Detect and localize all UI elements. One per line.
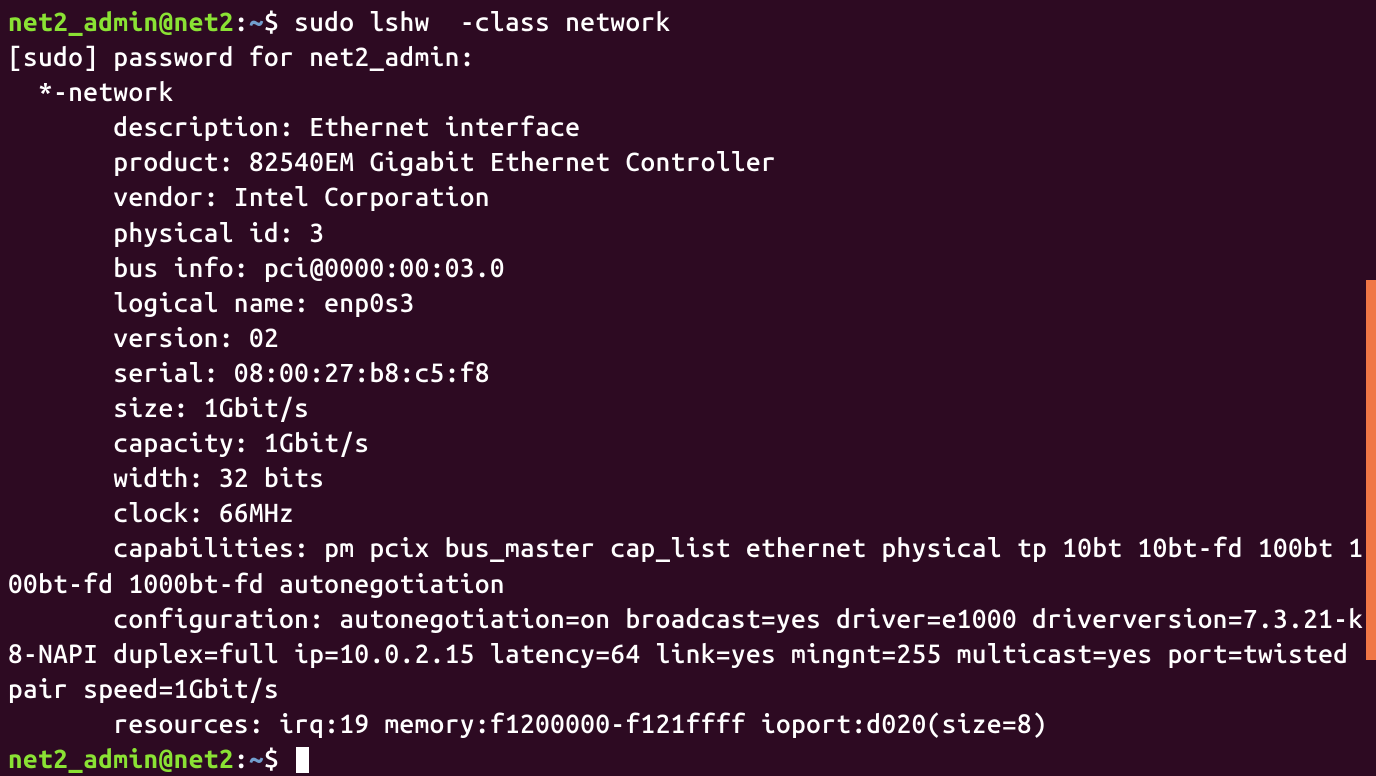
output-line: physical id: 3 (8, 218, 324, 247)
output-line: configuration: autonegotiation=on broadc… (8, 604, 1363, 703)
prompt-dollar: $ (264, 744, 294, 773)
output-line: product: 82540EM Gigabit Ethernet Contro… (8, 147, 776, 176)
prompt-colon: : (234, 7, 249, 36)
output-line: [sudo] password for net2_admin: (8, 42, 475, 71)
output-line: bus info: pci@0000:00:03.0 (8, 253, 505, 282)
prompt-dollar: $ (264, 7, 294, 36)
prompt-user: net2_admin@net2 (8, 7, 234, 36)
output-line: size: 1Gbit/s (8, 393, 309, 422)
output-line: capabilities: pm pcix bus_master cap_lis… (8, 533, 1363, 597)
output-line: version: 02 (8, 323, 279, 352)
prompt-colon: : (234, 744, 249, 773)
command-text: sudo lshw -class network (294, 7, 671, 36)
prompt-path: ~ (249, 7, 264, 36)
prompt-path: ~ (249, 744, 264, 773)
terminal[interactable]: net2_admin@net2:~$ sudo lshw -class netw… (8, 4, 1368, 776)
output-line: vendor: Intel Corporation (8, 182, 490, 211)
output-line: width: 32 bits (8, 463, 324, 492)
output-line: capacity: 1Gbit/s (8, 428, 369, 457)
output-line: *-network (8, 77, 174, 106)
output-line: clock: 66MHz (8, 498, 294, 527)
output-line: resources: irq:19 memory:f1200000-f121ff… (8, 709, 1047, 738)
cursor (296, 747, 309, 773)
output-line: logical name: enp0s3 (8, 288, 415, 317)
output-line: serial: 08:00:27:b8:c5:f8 (8, 358, 490, 387)
scrollbar[interactable] (1366, 280, 1376, 660)
output-line: description: Ethernet interface (8, 112, 580, 141)
prompt-user: net2_admin@net2 (8, 744, 234, 773)
